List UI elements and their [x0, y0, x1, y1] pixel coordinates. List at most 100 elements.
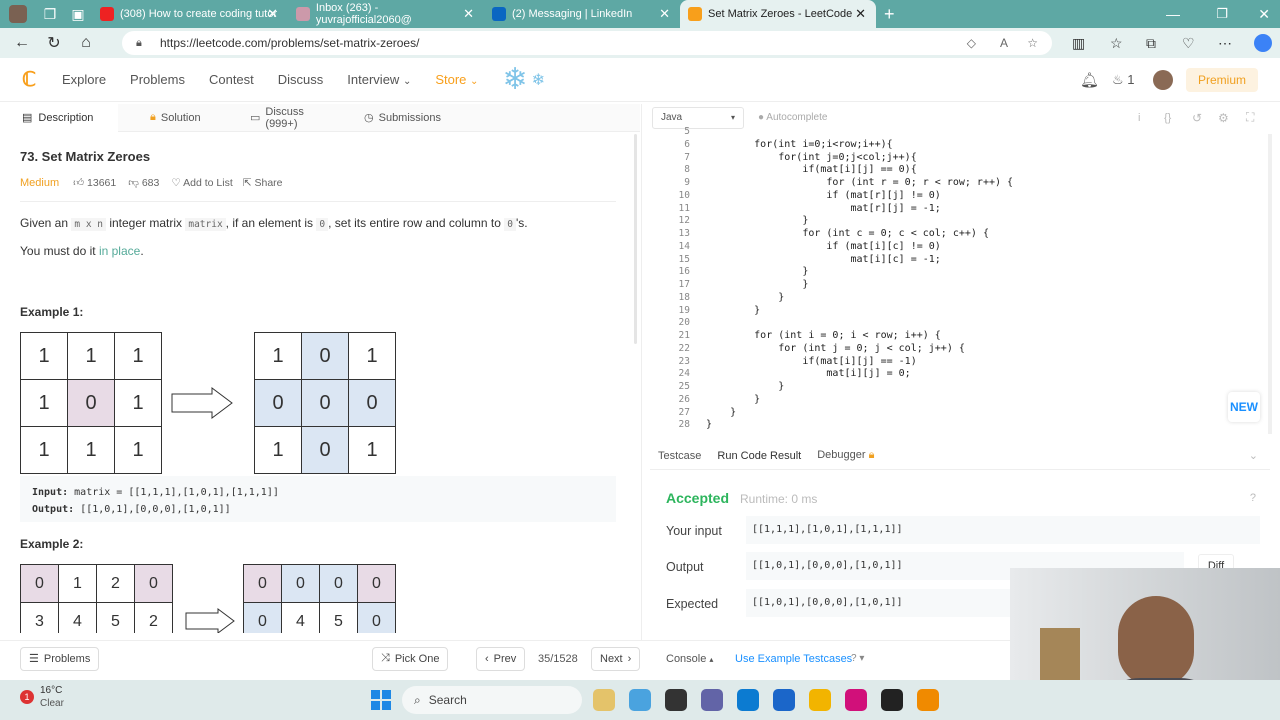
copilot-app-icon[interactable]: [629, 689, 651, 711]
code-line[interactable]: mat[r][j] = -1;: [706, 203, 940, 214]
leetcode-logo-icon[interactable]: ℂ: [22, 67, 36, 92]
store-icon[interactable]: [773, 689, 795, 711]
like-button[interactable]: 👍︎ 13661: [73, 176, 116, 189]
tab-debugger[interactable]: Debugger 🔒︎: [809, 449, 882, 462]
description-scrollbar[interactable]: [634, 134, 637, 344]
next-button[interactable]: Next ›: [591, 646, 641, 671]
close-icon[interactable]: ✕: [659, 6, 670, 22]
premium-button[interactable]: Premium: [1186, 67, 1259, 92]
tab-submissions[interactable]: ◷ Submissions: [348, 104, 453, 132]
code-line[interactable]: }: [706, 266, 808, 277]
use-example-testcases-button[interactable]: Use Example Testcases: [735, 653, 852, 665]
notification-bell-icon[interactable]: 🔔︎: [1080, 71, 1099, 89]
task-view-icon[interactable]: [665, 689, 687, 711]
file-explorer-icon[interactable]: [809, 689, 831, 711]
code-line[interactable]: }: [706, 394, 760, 405]
code-line[interactable]: }: [706, 305, 760, 316]
vlc-icon[interactable]: [917, 689, 939, 711]
close-icon[interactable]: ✕: [855, 6, 866, 22]
settings-icon[interactable]: ⚙: [1218, 111, 1229, 125]
more-icon[interactable]: ⋯: [1218, 35, 1232, 52]
browser-tab-gmail[interactable]: Inbox (263) - yuvrajofficial2060@ ✕: [288, 0, 484, 28]
code-line[interactable]: mat[i][c] = -1;: [706, 254, 940, 265]
new-badge-button[interactable]: NEW: [1228, 392, 1260, 422]
code-line[interactable]: for(int j=0;j<col;j++){: [706, 152, 916, 163]
workspaces-icon[interactable]: ❐: [36, 6, 64, 23]
intellij-icon[interactable]: [845, 689, 867, 711]
browser-tab-youtube[interactable]: (308) How to create coding tutor ✕: [92, 0, 288, 28]
back-icon[interactable]: ←: [6, 34, 38, 52]
profile-avatar[interactable]: [0, 0, 36, 28]
nav-problems[interactable]: Problems: [130, 72, 185, 87]
streak-fire[interactable]: ♨ 1: [1112, 72, 1135, 88]
code-line[interactable]: for (int c = 0; c < col; c++) {: [706, 228, 989, 239]
window-close-icon[interactable]: ✕: [1258, 6, 1270, 23]
code-line[interactable]: for (int r = 0; r < row; r++) {: [706, 177, 1013, 188]
github-icon[interactable]: [881, 689, 903, 711]
tab-discuss[interactable]: ▭ Discuss (999+): [224, 104, 348, 132]
code-line[interactable]: for (int i = 0; i < row; i++) {: [706, 330, 941, 341]
code-line[interactable]: if (mat[i][c] != 0): [706, 241, 940, 252]
favorite-star-icon[interactable]: ☆: [1027, 36, 1038, 50]
code-line[interactable]: for(int i=0;i<row;i++){: [706, 139, 892, 150]
code-line[interactable]: for (int j = 0; j < col; j++) {: [706, 343, 965, 354]
code-line[interactable]: }: [706, 381, 784, 392]
code-line[interactable]: if (mat[r][j] != 0): [706, 190, 940, 201]
code-line[interactable]: mat[i][j] = 0;: [706, 368, 910, 379]
nav-store[interactable]: Store ⌄: [435, 72, 478, 87]
split-screen-icon[interactable]: ▥: [1072, 35, 1085, 52]
tab-actions-icon[interactable]: ▣: [64, 6, 92, 23]
extension-icon[interactable]: ◇: [967, 36, 976, 50]
taskbar-search[interactable]: ⌕ Search: [402, 686, 582, 714]
code-line[interactable]: if(mat[i][j] == 0){: [706, 164, 916, 175]
refresh-icon[interactable]: ↻: [38, 33, 70, 53]
help-icon[interactable]: ?: [1250, 492, 1256, 504]
code-line[interactable]: }: [706, 215, 808, 226]
code-line[interactable]: if(mat[i][j] == -1): [706, 356, 916, 367]
collections-icon[interactable]: ⧉: [1146, 35, 1156, 52]
browser-essentials-icon[interactable]: ♡: [1182, 35, 1195, 52]
help-icon[interactable]: ? ▾: [851, 653, 864, 664]
in-place-link[interactable]: in place: [99, 244, 140, 258]
code-line[interactable]: }: [706, 407, 736, 418]
dislike-button[interactable]: 👎︎ 683: [128, 176, 159, 189]
close-icon[interactable]: ✕: [267, 6, 278, 22]
read-aloud-icon[interactable]: A: [1000, 36, 1008, 50]
problems-button[interactable]: ☰ Problems: [20, 646, 100, 671]
nav-discuss[interactable]: Discuss: [278, 72, 324, 87]
tab-description[interactable]: ▤ Description: [10, 103, 118, 132]
maximize-icon[interactable]: ❐: [1216, 6, 1228, 22]
windows-start-icon[interactable]: [371, 690, 391, 710]
console-button[interactable]: Console ▴: [666, 653, 713, 665]
code-line[interactable]: }: [706, 419, 712, 430]
new-tab-icon[interactable]: +: [884, 4, 895, 25]
code-line[interactable]: }: [706, 292, 784, 303]
teams-icon[interactable]: [701, 689, 723, 711]
editor-scrollbar[interactable]: [1268, 134, 1272, 434]
chevron-down-icon[interactable]: ⌄: [1249, 449, 1258, 462]
autocomplete-toggle[interactable]: ● Autocomplete: [758, 112, 827, 123]
edge-icon[interactable]: [737, 689, 759, 711]
reset-icon[interactable]: ↺: [1192, 111, 1202, 125]
tab-solution[interactable]: 🔒︎ Solution: [118, 104, 224, 132]
tab-testcase[interactable]: Testcase: [650, 450, 709, 462]
home-icon[interactable]: ⌂: [70, 34, 102, 52]
weather-widget[interactable]: 1 16°C Clear: [20, 684, 64, 710]
pick-one-button[interactable]: ⤨ Pick One: [372, 646, 449, 671]
favorites-icon[interactable]: ☆: [1110, 35, 1123, 52]
braces-icon[interactable]: {}: [1164, 112, 1171, 124]
nav-contest[interactable]: Contest: [209, 72, 254, 87]
game-icon[interactable]: [593, 689, 615, 711]
url-input[interactable]: 🔒︎ https://leetcode.com/problems/set-mat…: [122, 31, 1052, 55]
close-icon[interactable]: ✕: [463, 6, 474, 22]
share-button[interactable]: ⇱ Share: [243, 177, 283, 189]
nav-interview[interactable]: Interview ⌄: [347, 72, 411, 87]
code-editor[interactable]: 56 for(int i=0;i<row;i++){7 for(int j=0;…: [650, 126, 1270, 440]
user-avatar[interactable]: [1153, 69, 1173, 90]
code-line[interactable]: }: [706, 279, 808, 290]
nav-explore[interactable]: Explore: [62, 72, 106, 87]
panel-divider[interactable]: [641, 104, 642, 640]
prev-button[interactable]: ‹ Prev: [476, 646, 526, 671]
browser-tab-leetcode[interactable]: Set Matrix Zeroes - LeetCode ✕: [680, 0, 876, 28]
browser-tab-linkedin[interactable]: (2) Messaging | LinkedIn ✕: [484, 0, 680, 28]
